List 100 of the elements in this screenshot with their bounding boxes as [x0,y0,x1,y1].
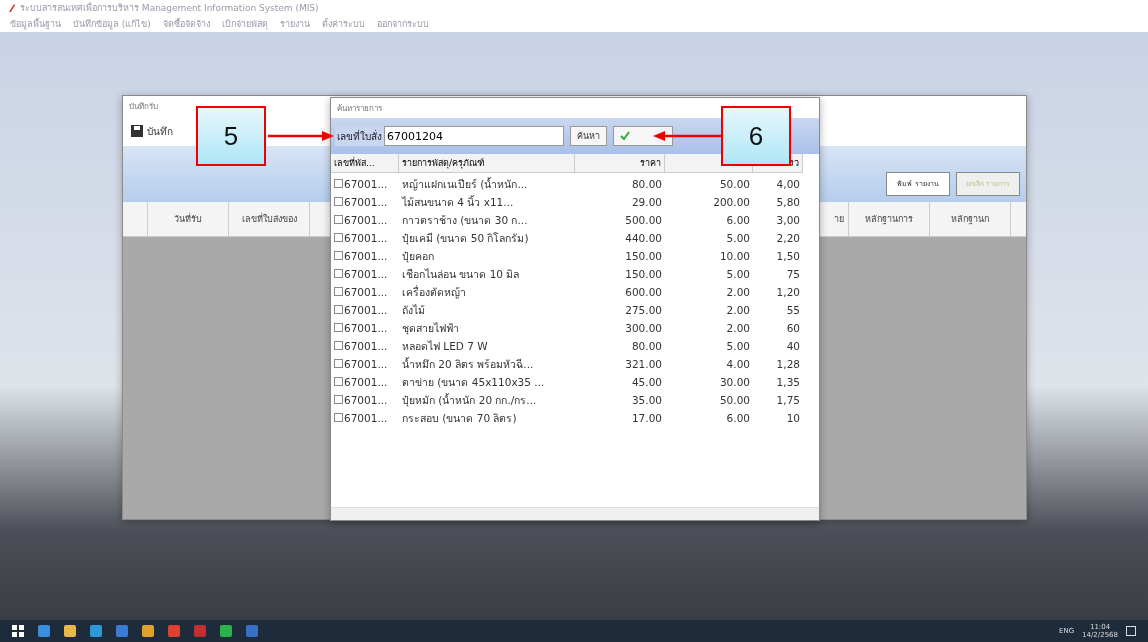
quantity-cell-text: 50.00 [718,178,751,190]
price-cell-text: 80.00 [630,340,663,352]
item-cell-text: เครื่องตัดหญ้า [401,284,467,301]
column-header: เลขที่ใบส่งของ [229,202,310,236]
price-cell-text: 300.00 [624,322,663,334]
total-cell-text: 1,35 [775,376,801,388]
taskbar-app-icon[interactable] [90,625,102,637]
taskbar-app-icon[interactable] [38,625,50,637]
quantity-cell-text: 50.00 [718,394,751,406]
item-cell-text: ถังไม้ [401,302,426,318]
total-cell-text: 1,28 [775,358,801,370]
column-header: วันที่รับ [148,202,229,236]
dialog-title: ค้นหารายการ [337,102,382,115]
item-cell-text: กาวตราช้าง (ขนาด 30 ก... [401,212,529,228]
total-cell-text: 10 [785,412,801,424]
callout-label: 5 [196,106,266,166]
taskbar-app-icon[interactable] [246,625,258,637]
total-cell-text: 1,75 [775,394,801,406]
search-button[interactable]: ค้นหา [570,126,607,146]
code-cell: 67001... [331,340,399,352]
total-cell-text: 60 [785,322,801,334]
price-cell-text: 80.00 [630,178,663,190]
quantity-cell-text: 10.00 [718,250,751,262]
total-cell-text: 1,50 [775,250,801,262]
check-icon [620,131,630,141]
notification-icon[interactable] [1126,626,1136,636]
item-cell-text: น้ำหมึก 20 ลิตร พร้อมหัวฉี... [401,356,535,372]
menu-item[interactable]: รายงาน [279,17,310,31]
column-header: หลักฐานก [930,202,1011,236]
horizontal-scrollbar[interactable] [331,507,819,520]
callout-label: 6 [721,106,791,166]
column-header: ราคา [575,154,665,173]
item-cell-text: ชุดสายไฟฟ้า [401,320,460,337]
column-header: เลขที่พัส... [331,154,399,173]
total-cell-text: 3,00 [775,214,801,226]
price-cell-text: 275.00 [624,304,663,316]
arrow-icon [268,130,334,142]
arrow-icon [653,130,721,142]
code-cell: 67001... [331,358,399,370]
code-cell: 67001... [331,394,399,406]
code-cell: 67001... [331,322,399,334]
app-logo-icon [8,3,16,13]
price-cell-text: 17.00 [630,412,663,424]
menu-item[interactable]: เบิกจ่ายพัสดุ [221,17,268,31]
confirm-button[interactable] [613,126,673,146]
taskbar-app-icon[interactable] [142,625,154,637]
item-cell-text: ปุ๋ยหมัก (น้ำหนัก 20 กก./กร... [401,392,538,409]
code-cell: 67001... [331,304,399,316]
total-cell-text: 4,00 [775,178,801,190]
quantity-cell-text: 5.00 [725,340,751,352]
quantity-cell-text: 2.00 [725,286,751,298]
code-cell: 67001... [331,286,399,298]
window-title: บันทึกรับ [129,100,158,113]
total-cell-text: 55 [785,304,801,316]
search-label: เลขที่ใบสั่ง [335,126,384,146]
code-cell: 67001... [331,178,399,190]
price-cell-text: 150.00 [624,268,663,280]
quantity-cell-text: 5.00 [725,268,751,280]
column-header: หลักฐานการ [849,202,930,236]
windows-start-icon[interactable] [12,625,24,637]
item-cell-text: หญ้าแฝกเนเปียร์ (น้ำหนัก... [401,176,529,193]
code-cell: 67001... [331,376,399,388]
total-cell-text: 40 [785,340,801,352]
quantity-cell-text: 6.00 [725,412,751,424]
menu-item[interactable]: จัดซื้อจัดจ้าง [162,17,210,31]
quantity-cell-text: 2.00 [725,304,751,316]
item-cell-text: ปุ๋ยคอก [401,248,435,265]
search-field[interactable]: 67001204 [384,126,564,146]
taskbar-app-icon[interactable] [194,625,206,637]
code-cell: 67001... [331,412,399,424]
price-cell-text: 600.00 [624,286,663,298]
menu-item[interactable]: ตั้งค่าระบบ [321,17,365,31]
quantity-cell-text: 6.00 [725,214,751,226]
taskbar-app-icon[interactable] [168,625,180,637]
item-cell-text: กระสอบ (ขนาด 70 ลิตร) [401,410,518,426]
column-header: รายการพัสดุ/ครุภัณฑ์ [399,154,575,173]
item-cell-text: หลอดไฟ LED 7 W [401,338,489,354]
code-cell: 67001... [331,214,399,226]
quantity-cell-text: 4.00 [725,358,751,370]
price-cell-text: 321.00 [624,358,663,370]
quantity-cell-text: 30.00 [718,376,751,388]
code-cell: 67001... [331,250,399,262]
menu-item[interactable]: บันทึกข้อมูล (แก้ไข) [73,17,151,31]
menu-item[interactable]: ข้อมูลพื้นฐาน [10,17,61,31]
total-cell-text: 75 [785,268,801,280]
code-cell: 67001... [331,268,399,280]
taskbar-app-icon[interactable] [220,625,232,637]
taskbar-app-icon[interactable] [116,625,128,637]
item-cell-text: เชือกไนล่อน ขนาด 10 มิล [401,266,521,282]
menu-item[interactable]: ออกจากระบบ [376,17,429,31]
total-cell-text: 1,20 [775,286,801,298]
taskbar-app-icon[interactable] [64,625,76,637]
price-cell-text: 35.00 [630,394,663,406]
price-cell-text: 150.00 [624,250,663,262]
price-cell-text: 45.00 [630,376,663,388]
save-button[interactable]: บันทึก [129,121,175,141]
app-title: ระบบสารสนเทศเพื่อการบริหาร Management Information System (MIS) [20,1,319,15]
price-cell-text: 500.00 [624,214,663,226]
quantity-cell-text: 2.00 [725,322,751,334]
item-cell-text: ตาข่าย (ขนาด 45x110x35 ... [401,374,546,390]
